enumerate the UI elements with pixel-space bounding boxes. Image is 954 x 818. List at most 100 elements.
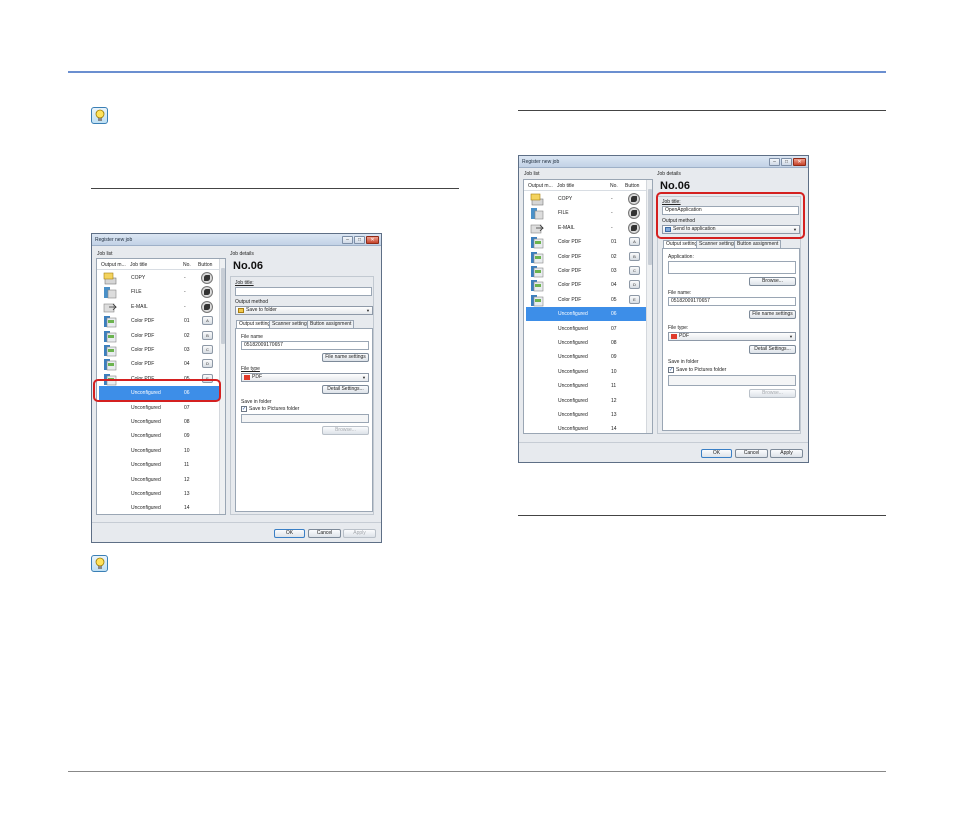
job-row-number: - <box>611 224 613 231</box>
minimize-button[interactable]: – <box>342 236 353 244</box>
job-row[interactable]: E-MAIL - <box>526 221 646 235</box>
highlight-job-details <box>656 192 805 239</box>
col-button[interactable]: Button <box>198 262 212 268</box>
job-row-number: 14 <box>184 505 190 512</box>
hint-lightbulb-icon <box>91 555 108 572</box>
output-method-select[interactable]: Save to folder ▼ <box>235 306 373 315</box>
ok-button[interactable]: OK <box>274 529 305 538</box>
job-row[interactable]: Color PDF 04 D <box>526 278 646 292</box>
ok-button[interactable]: OK <box>701 449 732 458</box>
file-name-input[interactable]: 05182009170657 <box>241 341 369 350</box>
save-to-pictures-checkbox[interactable]: ✓ <box>241 406 247 412</box>
job-title-input[interactable] <box>235 287 372 296</box>
browse-button[interactable]: Browse... <box>749 389 796 398</box>
job-row-number: 06 <box>611 311 617 318</box>
scrollbar-thumb[interactable] <box>648 189 652 265</box>
job-row[interactable]: Unconfigured 09 <box>526 350 646 364</box>
job-row-number: - <box>184 275 186 281</box>
maximize-button[interactable]: □ <box>354 236 365 244</box>
job-row[interactable]: Color PDF 02 B <box>526 250 646 264</box>
output-method-label: Output method <box>235 299 269 305</box>
browse-application-button[interactable]: Browse... <box>749 277 796 286</box>
file-name-settings-button[interactable]: File name settings <box>322 353 369 362</box>
detail-settings-button[interactable]: Detail Settings... <box>749 345 796 354</box>
header-divider <box>97 269 219 270</box>
highlight-selected-row <box>93 379 221 402</box>
col-no[interactable]: No. <box>183 262 191 268</box>
job-row[interactable]: Unconfigured 14 <box>526 422 646 436</box>
job-row[interactable]: Color PDF 04 D <box>99 357 219 371</box>
col-no[interactable]: No. <box>610 183 618 189</box>
scrollbar-thumb[interactable] <box>221 268 225 344</box>
close-button[interactable]: ✕ <box>793 158 806 166</box>
save-to-pictures-checkbox[interactable]: ✓ <box>668 367 674 373</box>
file-type-select[interactable]: PDF ▼ <box>241 373 369 382</box>
cancel-button[interactable]: Cancel <box>308 529 341 538</box>
scanner-button-icon <box>201 300 213 313</box>
apply-button[interactable]: Apply <box>343 529 376 538</box>
tab-scanner-setting[interactable]: Scanner setting <box>269 320 310 328</box>
maximize-button[interactable]: □ <box>781 158 792 166</box>
job-row[interactable]: FILE - <box>526 206 646 220</box>
job-list-scrollbar[interactable] <box>646 180 652 433</box>
scanner-button-badge: D <box>202 359 213 369</box>
job-row[interactable]: Unconfigured 08 <box>99 415 219 429</box>
tab-scanner-setting[interactable]: Scanner setting <box>696 240 737 248</box>
job-row[interactable]: Color PDF 01 A <box>99 314 219 328</box>
save-folder-input[interactable] <box>241 414 369 423</box>
col-output-method[interactable]: Output m... <box>101 262 126 268</box>
col-job-title[interactable]: Job title <box>130 262 147 268</box>
file-icon <box>530 207 544 220</box>
job-row[interactable]: Unconfigured 07 <box>99 401 219 415</box>
job-row[interactable]: COPY - <box>526 192 646 206</box>
job-row[interactable]: Unconfigured 07 <box>526 322 646 336</box>
job-row[interactable]: Unconfigured 09 <box>99 429 219 443</box>
job-row[interactable]: Color PDF 05 E <box>526 293 646 307</box>
job-row[interactable]: Unconfigured 12 <box>526 394 646 408</box>
scanner-pdf-icon <box>103 315 117 328</box>
job-row[interactable]: Color PDF 02 B <box>99 329 219 343</box>
file-type-select[interactable]: PDF ▼ <box>668 332 796 341</box>
job-row[interactable]: Color PDF 03 C <box>526 264 646 278</box>
job-row[interactable]: Unconfigured 14 <box>99 501 219 515</box>
job-row[interactable]: Color PDF 01 A <box>526 235 646 249</box>
minimize-button[interactable]: – <box>769 158 780 166</box>
job-row[interactable]: Unconfigured 11 <box>526 379 646 393</box>
file-name-label: File name: <box>668 290 692 296</box>
save-folder-input[interactable] <box>668 375 796 386</box>
tab-button-assignment[interactable]: Button assignment <box>307 320 355 328</box>
col-job-title[interactable]: Job title <box>557 183 574 189</box>
job-row-title: Unconfigured <box>131 462 161 469</box>
job-row-number: 14 <box>611 426 617 433</box>
job-row[interactable]: Unconfigured 13 <box>99 487 219 501</box>
job-row[interactable]: E-MAIL - <box>99 300 219 314</box>
close-button[interactable]: ✕ <box>366 236 379 244</box>
job-row-title: Unconfigured <box>558 397 588 404</box>
job-row[interactable]: Unconfigured 10 <box>99 444 219 458</box>
job-row[interactable]: Unconfigured 12 <box>99 473 219 487</box>
detail-settings-button[interactable]: Detail Settings... <box>322 385 369 394</box>
job-row-title: Unconfigured <box>558 340 588 346</box>
job-row[interactable]: Unconfigured 11 <box>99 458 219 472</box>
col-button[interactable]: Button <box>625 183 639 189</box>
cancel-button[interactable]: Cancel <box>735 449 768 458</box>
job-row-number: 02 <box>611 253 617 260</box>
save-to-pictures-label: Save to Pictures folder <box>249 406 300 412</box>
job-row[interactable]: Unconfigured 06 <box>526 307 646 322</box>
file-name-input[interactable]: 05182009170657 <box>668 297 796 306</box>
scanner-pdf-icon <box>103 358 117 371</box>
job-row[interactable]: Color PDF 03 C <box>99 343 219 357</box>
job-row[interactable]: Unconfigured 13 <box>526 408 646 422</box>
dialog-button-bar: OK Cancel Apply <box>519 442 808 462</box>
job-row[interactable]: COPY - <box>99 271 219 285</box>
apply-button[interactable]: Apply <box>770 449 803 458</box>
job-row[interactable]: FILE - <box>99 285 219 299</box>
job-number: No.06 <box>660 180 690 192</box>
tab-button-assignment[interactable]: Button assignment <box>734 240 782 248</box>
browse-button[interactable]: Browse... <box>322 426 369 435</box>
job-row[interactable]: Unconfigured 08 <box>526 336 646 350</box>
col-output-method[interactable]: Output m... <box>528 183 553 189</box>
application-input[interactable] <box>668 261 796 274</box>
job-row[interactable]: Unconfigured 10 <box>526 365 646 379</box>
file-name-settings-button[interactable]: File name settings <box>749 310 796 319</box>
